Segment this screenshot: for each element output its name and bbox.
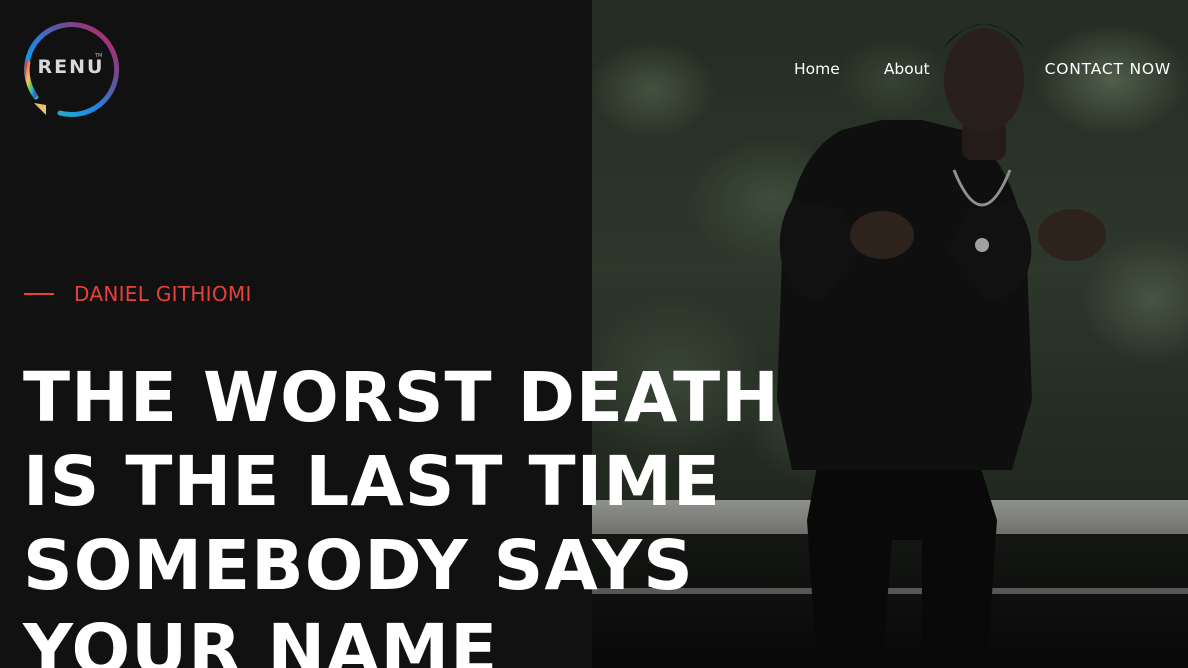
main-nav: Home About CONTACT NOW [794,58,1171,80]
nav-contact-now-link[interactable]: CONTACT NOW [1045,60,1171,78]
hero-headline: THE WORST DEATH IS THE LAST TIME SOMEBOD… [23,356,780,668]
headline-line-4: YOUR NAME [23,610,499,668]
author-name: DANIEL GITHIOMI [74,282,252,306]
nav-home-link[interactable]: Home [794,60,840,78]
author-line: DANIEL GITHIOMI [24,282,252,306]
headline-line-1: THE WORST DEATH [23,358,780,438]
renu-logo[interactable]: RENU TM [20,19,122,121]
headline-line-3: SOMEBODY SAYS [23,526,694,606]
nav-about-link[interactable]: About [884,60,930,78]
author-dash-divider [24,293,54,295]
logo-text: RENU [37,56,105,78]
headline-line-2: IS THE LAST TIME [23,442,722,522]
logo-trademark: TM [95,53,103,59]
page: RENU TM Home About CONTACT NOW DANIEL GI… [0,0,1188,668]
